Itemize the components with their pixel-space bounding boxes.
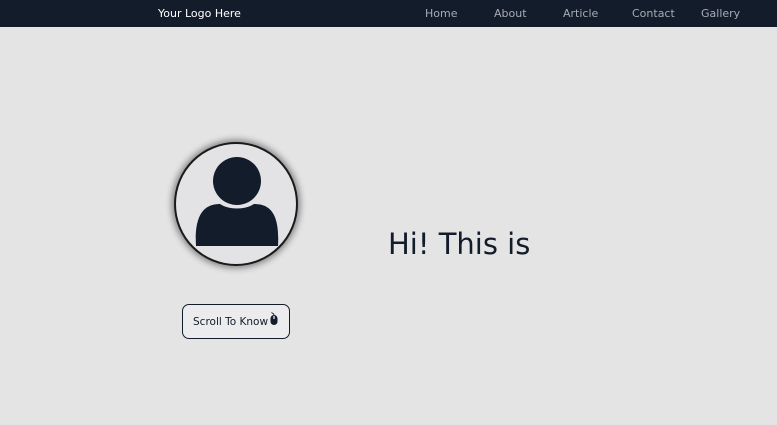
nav-link-article[interactable]: Article	[563, 6, 598, 21]
scroll-button-label: Scroll To Know	[193, 316, 269, 328]
nav-link-gallery[interactable]: Gallery	[701, 6, 740, 21]
avatar	[176, 144, 296, 264]
nav-link-home[interactable]: Home	[425, 6, 457, 21]
mouse-icon	[270, 312, 278, 325]
hero-title: Hi! This is	[388, 227, 531, 261]
nav-link-contact[interactable]: Contact	[632, 6, 675, 21]
scroll-to-know-button[interactable]: Scroll To Know	[182, 304, 290, 339]
nav-link-about[interactable]: About	[494, 6, 527, 21]
user-silhouette-icon	[195, 157, 279, 246]
navbar: Your Logo Here Home About Article Contac…	[0, 0, 777, 27]
logo[interactable]: Your Logo Here	[158, 6, 241, 21]
